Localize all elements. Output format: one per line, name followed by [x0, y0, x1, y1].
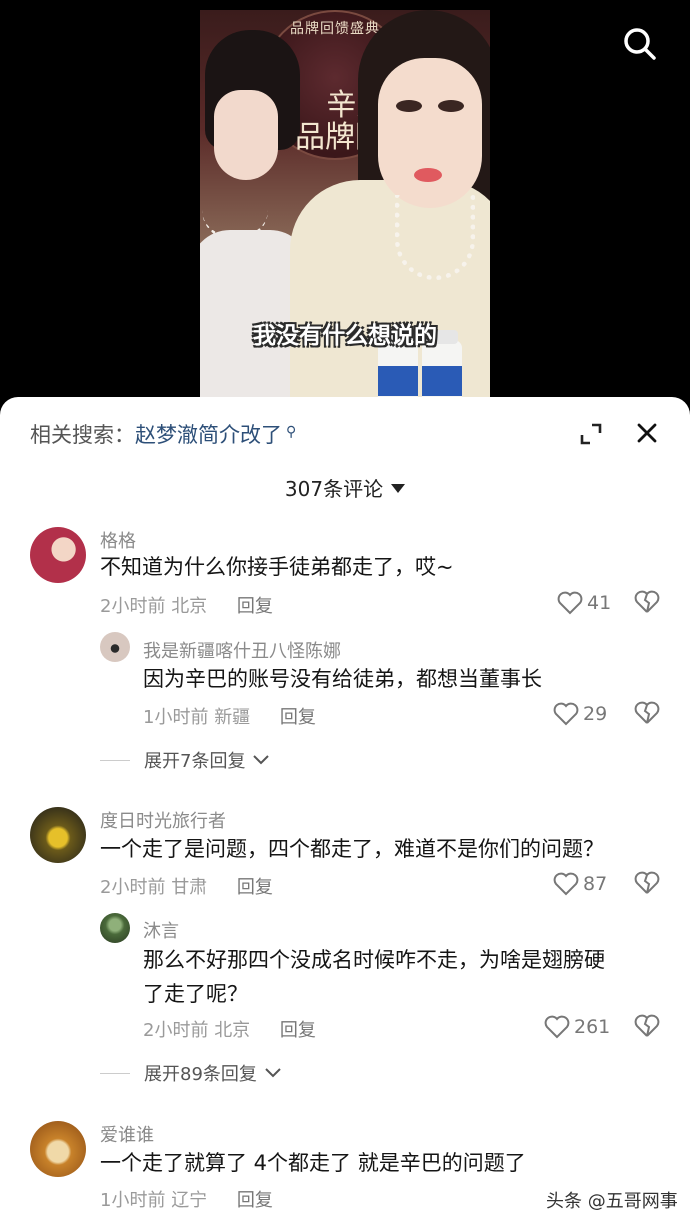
expand-icon[interactable]	[578, 421, 604, 447]
comment-author[interactable]: 沐言	[143, 917, 179, 943]
comment-author[interactable]: 度日时光旅行者	[100, 807, 226, 833]
video-subtitle: 我没有什么想说的	[253, 323, 437, 349]
comment-time: 2小时前	[100, 596, 166, 617]
related-search[interactable]: 相关搜索：赵梦澈简介改了 ⚲	[30, 419, 296, 449]
comment-meta: 1小时前 辽宁 回复	[100, 1186, 273, 1212]
reply-button[interactable]: 回复	[237, 1190, 273, 1211]
like-count: 41	[587, 592, 612, 614]
reply-button[interactable]: 回复	[237, 877, 273, 898]
like-button[interactable]: 87	[553, 871, 607, 897]
expand-replies-label: 展开7条回复	[144, 751, 246, 772]
like-count: 87	[583, 873, 608, 895]
comment-time: 2小时前	[100, 877, 166, 898]
caret-down-icon	[391, 484, 406, 493]
chevron-down-icon	[253, 755, 270, 765]
avatar[interactable]	[30, 1121, 86, 1177]
comment-author[interactable]: 格格	[100, 527, 136, 553]
broken-heart-icon[interactable]	[634, 590, 660, 616]
comment-meta: 2小时前 北京 回复	[143, 1016, 316, 1042]
comment-location: 北京	[171, 596, 208, 617]
related-search-query[interactable]: 赵梦澈简介改了	[135, 423, 282, 447]
comment-location: 甘肃	[171, 877, 208, 898]
expand-replies-button[interactable]: 展开7条回复	[100, 747, 271, 773]
heart-icon	[553, 702, 579, 726]
watermark: 头条 @五哥网事	[546, 1191, 678, 1212]
divider	[100, 759, 130, 761]
comment-text: 一个走了是问题，四个都走了，难道不是你们的问题？	[100, 837, 604, 861]
heart-icon	[544, 1015, 570, 1039]
chevron-down-icon	[265, 1068, 281, 1078]
broken-heart-icon[interactable]	[634, 871, 660, 897]
comment-location: 新疆	[214, 707, 251, 728]
like-count: 29	[583, 703, 608, 725]
heart-icon	[557, 591, 583, 615]
like-button[interactable]: 41	[557, 590, 611, 616]
comment-meta: 1小时前 新疆 回复	[143, 703, 316, 729]
video-area[interactable]: 品牌回馈盛典 辛选618 品牌回馈盛典 我没有什么想说的	[0, 0, 690, 405]
comment-meta: 2小时前 甘肃 回复	[100, 873, 273, 899]
broken-heart-icon[interactable]	[634, 701, 660, 727]
avatar[interactable]	[30, 527, 86, 583]
comment-text: 因为辛巴的账号没有给徒弟，都想当董事长	[143, 667, 542, 691]
avatar[interactable]	[30, 807, 86, 863]
avatar[interactable]	[100, 632, 130, 662]
comment-location: 北京	[214, 1020, 251, 1041]
comment-meta: 2小时前 北京 回复	[100, 592, 273, 618]
avatar[interactable]	[100, 913, 130, 943]
like-count: 261	[574, 1016, 611, 1038]
comment-count-label: 307条评论	[284, 477, 384, 501]
close-icon[interactable]	[633, 419, 661, 447]
like-button[interactable]: 29	[553, 701, 607, 727]
search-icon: ⚲	[286, 424, 297, 440]
reply-button[interactable]: 回复	[280, 707, 316, 728]
comment-author[interactable]: 我是新疆喀什丑八怪陈娜	[143, 637, 341, 663]
comment-time: 2小时前	[143, 1020, 209, 1041]
heart-icon	[553, 872, 579, 896]
search-icon[interactable]	[620, 24, 660, 64]
comment-time: 1小时前	[100, 1190, 166, 1211]
reply-button[interactable]: 回复	[237, 596, 273, 617]
comment-text: 那么不好那四个没成名时候咋不走，为啥是翅膀硬	[143, 948, 605, 972]
like-button[interactable]: 261	[544, 1014, 610, 1040]
divider	[100, 1072, 130, 1074]
video-frame[interactable]: 品牌回馈盛典 辛选618 品牌回馈盛典 我没有什么想说的	[200, 10, 490, 405]
comment-location: 辽宁	[171, 1190, 208, 1211]
comment-count[interactable]: 307条评论	[0, 473, 690, 502]
comment-text-cont: 了走了呢？	[143, 982, 248, 1006]
comment-text: 一个走了就算了 4个都走了 就是辛巴的问题了	[100, 1151, 526, 1175]
broken-heart-icon[interactable]	[634, 1014, 660, 1040]
expand-replies-button[interactable]: 展开89条回复	[100, 1060, 283, 1086]
reply-button[interactable]: 回复	[280, 1020, 316, 1041]
expand-replies-label: 展开89条回复	[144, 1064, 257, 1085]
comment-author[interactable]: 爱谁谁	[100, 1121, 154, 1147]
related-search-label: 相关搜索：	[30, 423, 135, 447]
comment-time: 1小时前	[143, 707, 209, 728]
comment-text: 不知道为什么你接手徒弟都走了，哎~	[100, 555, 454, 579]
